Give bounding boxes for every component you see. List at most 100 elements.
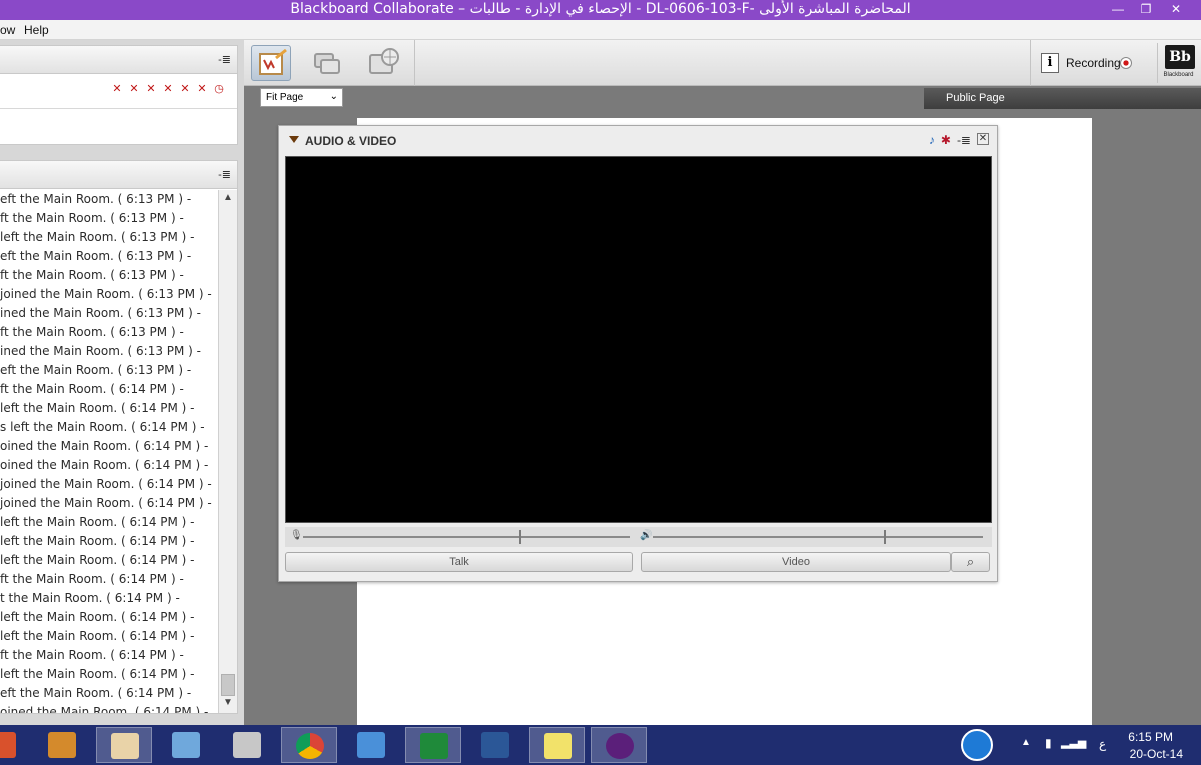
notebook-icon <box>172 732 200 758</box>
recording-dot-icon[interactable] <box>1120 57 1132 69</box>
taskbar: ▲ ▮ ▂▃▅ ع 6:15 PM 20-Oct-14 <box>0 725 1201 765</box>
scroll-up-icon[interactable]: ▲ <box>219 192 237 208</box>
taskbar-blackboard[interactable] <box>591 727 647 763</box>
chat-line: left the Main Room. ( 6:14 PM ) - <box>0 629 195 643</box>
talk-button[interactable]: Talk <box>285 552 633 572</box>
restore-button[interactable]: ❐ <box>1133 0 1159 20</box>
chat-scrollbar[interactable]: ▲ ▼ <box>218 190 237 713</box>
taskbar-excel[interactable] <box>405 727 461 763</box>
panel-options-icon[interactable]: -≣ <box>957 133 971 147</box>
remove-tool-icon[interactable]: ✕ <box>160 81 176 97</box>
blackboard-logo: Bb Blackboard <box>1157 43 1199 83</box>
scroll-down-icon[interactable]: ▼ <box>219 697 237 713</box>
taskbar-app-2[interactable] <box>34 727 90 763</box>
timer-icon[interactable]: ◷ <box>211 81 227 97</box>
chat-line: left the Main Room. ( 6:13 PM ) - <box>0 230 195 244</box>
menu-help[interactable]: Help <box>24 23 49 37</box>
taskbar-word[interactable] <box>467 727 523 763</box>
language-indicator[interactable]: ع <box>1099 737 1106 751</box>
remove-chat-icon[interactable]: ✕ <box>143 81 159 97</box>
taskbar-notebook[interactable] <box>158 727 214 763</box>
menu-bar: ow Help <box>0 20 1201 40</box>
remove-hand-icon[interactable]: ✕ <box>109 81 125 97</box>
chat-line: left the Main Room. ( 6:14 PM ) - <box>0 553 195 567</box>
taskbar-app-7[interactable] <box>343 727 399 763</box>
taskbar-paint[interactable] <box>96 727 152 763</box>
chat-line: left the Main Room. ( 6:14 PM ) - <box>0 515 195 529</box>
scroll-thumb[interactable] <box>221 674 235 696</box>
clock-date[interactable]: 20-Oct-14 <box>1130 747 1183 761</box>
chat-line: eft the Main Room. ( 6:13 PM ) - <box>0 192 192 206</box>
whiteboard-icon <box>259 48 287 75</box>
chat-line: ft the Main Room. ( 6:13 PM ) - <box>0 325 184 339</box>
minimize-button[interactable]: — <box>1105 0 1131 20</box>
chat-line: eft the Main Room. ( 6:13 PM ) - <box>0 363 192 377</box>
remove-video-icon[interactable]: ✕ <box>177 81 193 97</box>
taskbar-chrome[interactable] <box>281 727 337 763</box>
chat-panel: -≣ eft the Main Room. ( 6:13 PM ) - ft th… <box>0 160 238 714</box>
chat-line: s left the Main Room. ( 6:14 PM ) - <box>0 420 205 434</box>
taskbar-calculator[interactable] <box>219 727 275 763</box>
clock-time[interactable]: 6:15 PM <box>1128 730 1173 744</box>
microphone-volume-knob[interactable] <box>518 530 521 544</box>
audio-setup-icon[interactable]: ♪ <box>929 133 935 147</box>
close-button[interactable]: ✕ <box>1163 0 1189 20</box>
chat-log: eft the Main Room. ( 6:13 PM ) - ft the M… <box>0 190 218 713</box>
web-tour-button[interactable] <box>364 45 404 81</box>
recording-indicator[interactable]: i Recording <box>1030 40 1142 86</box>
remove-mic-icon[interactable]: ✕ <box>126 81 142 97</box>
chat-line: joined the Main Room. ( 6:14 PM ) - <box>0 496 212 510</box>
chat-line: ined the Main Room. ( 6:13 PM ) - <box>0 306 202 320</box>
zoom-select[interactable]: Fit Page ⌄ <box>260 88 343 107</box>
word-icon <box>481 732 509 758</box>
application-sharing-icon <box>314 53 340 74</box>
app-icon <box>48 732 76 758</box>
window-title: Blackboard Collaborate – الإحصاء في الإد… <box>290 1 911 17</box>
video-settings-icon[interactable]: ✱ <box>941 133 951 147</box>
speaker-volume-slider[interactable] <box>653 536 983 538</box>
participants-panel: -≣ ✕ ✕ ✕ ✕ ✕ ✕ ◷ <box>0 45 238 145</box>
recording-label: Recording <box>1066 56 1121 70</box>
audio-video-header: AUDIO & VIDEO ♪ ✱ -≣ ✕ <box>279 126 997 154</box>
blackboard-logo-text: Blackboard <box>1163 72 1194 78</box>
whiteboard-button[interactable] <box>251 45 291 81</box>
taskbar-app-1[interactable] <box>0 727 30 763</box>
remove-share-icon[interactable]: ✕ <box>194 81 210 97</box>
chat-panel-menu-icon[interactable]: -≣ <box>218 168 231 181</box>
audio-video-header-icons: ♪ ✱ -≣ ✕ <box>929 133 989 147</box>
chat-line: eft the Main Room. ( 6:13 PM ) - <box>0 249 192 263</box>
tab-public-page-label: Public Page <box>946 92 1005 104</box>
show-hidden-icons[interactable]: ▲ <box>1021 737 1031 748</box>
microphone-icon: 🎙 <box>290 530 303 541</box>
battery-icon[interactable]: ▮ <box>1045 736 1052 750</box>
chat-line: oined the Main Room. ( 6:14 PM ) - <box>0 439 209 453</box>
chat-line: eft the Main Room. ( 6:14 PM ) - <box>0 686 192 700</box>
video-preview-button[interactable]: ⌕ <box>951 552 990 572</box>
signal-icon[interactable]: ▂▃▅ <box>1061 736 1086 749</box>
info-icon[interactable]: i <box>1041 53 1059 73</box>
panel-menu-icon[interactable]: -≣ <box>218 53 231 66</box>
chat-line: ft the Main Room. ( 6:14 PM ) - <box>0 648 184 662</box>
taskbar-sticky-notes[interactable] <box>529 727 585 763</box>
chat-line: ft the Main Room. ( 6:14 PM ) - <box>0 382 184 396</box>
menu-window[interactable]: ow <box>0 23 15 37</box>
collapse-triangle-icon[interactable] <box>289 136 299 143</box>
video-button[interactable]: Video <box>641 552 951 572</box>
tab-public-page[interactable]: Public Page <box>924 88 1201 109</box>
chat-line: oined the Main Room. ( 6:14 PM ) - <box>0 458 209 472</box>
chat-line: oined the Main Room. ( 6:14 PM ) - <box>0 705 209 713</box>
chat-line: ft the Main Room. ( 6:13 PM ) - <box>0 268 184 282</box>
chat-line: left the Main Room. ( 6:14 PM ) - <box>0 667 195 681</box>
chat-panel-header: -≣ <box>0 161 237 189</box>
speaker-volume-knob[interactable] <box>884 530 886 544</box>
microphone-volume-slider[interactable] <box>303 536 630 538</box>
participant-tools: ✕ ✕ ✕ ✕ ✕ ✕ ◷ <box>109 81 227 97</box>
system-tray: ▲ ▮ ▂▃▅ ع 6:15 PM 20-Oct-14 <box>941 725 1201 765</box>
video-preview-icon: ⌕ <box>966 554 975 569</box>
close-panel-icon[interactable]: ✕ <box>977 133 989 145</box>
blackboard-logo-mark: Bb <box>1165 45 1195 69</box>
application-sharing-button[interactable] <box>307 45 347 81</box>
app-icon <box>0 732 16 758</box>
tray-app-icon[interactable] <box>961 729 993 761</box>
toolbar-separator <box>414 40 415 86</box>
